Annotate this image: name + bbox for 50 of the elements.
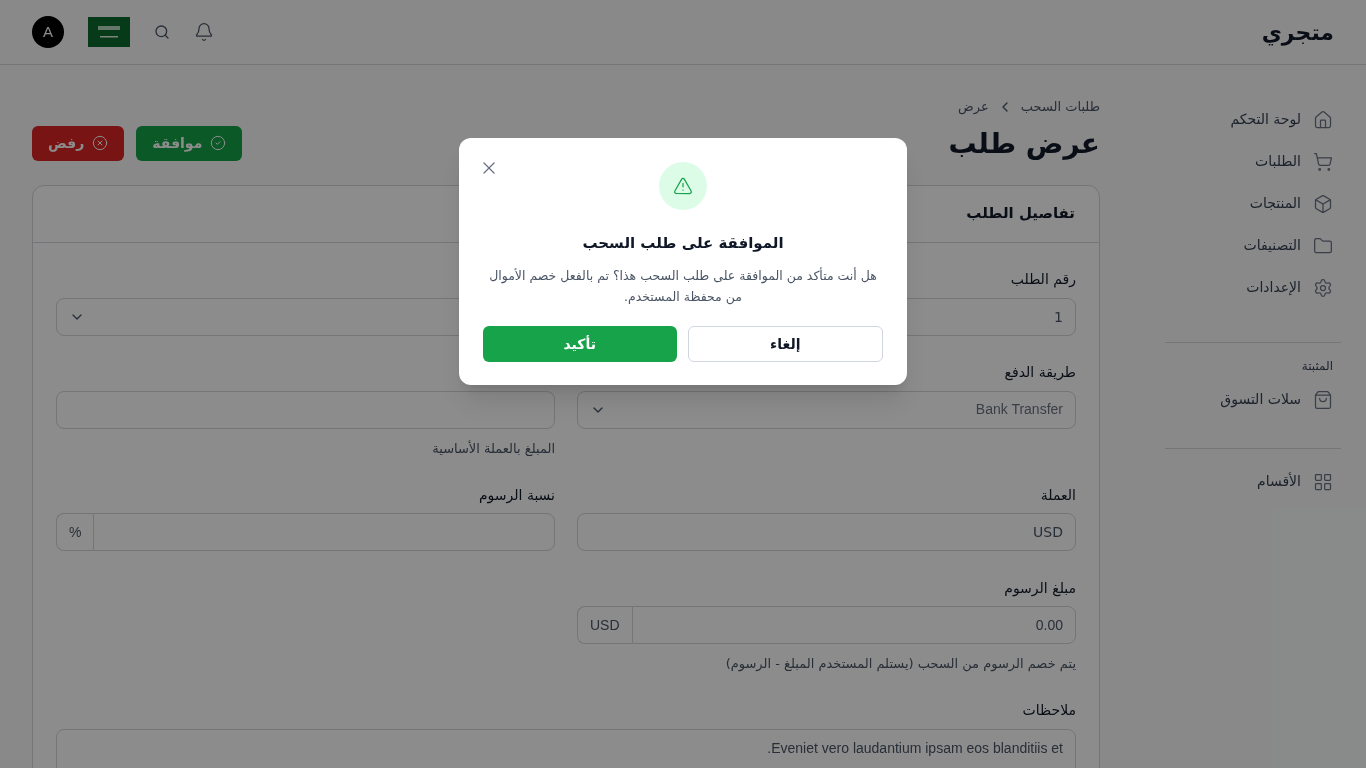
sidebar-item[interactable]: الطلبات: [1165, 143, 1341, 180]
field-label: ملاحظات: [1022, 701, 1076, 720]
approve-button[interactable]: موافقة: [136, 125, 243, 161]
input-addon: %: [56, 513, 94, 551]
select-field[interactable]: Bank Transfer: [577, 390, 1076, 429]
cancel-button[interactable]: إلغاء: [687, 326, 883, 362]
input-addon: USD: [577, 606, 632, 644]
check-circle-icon: [210, 135, 227, 151]
reject-button[interactable]: رفض: [32, 125, 125, 161]
sidebar-item[interactable]: الإعدادات: [1165, 269, 1341, 306]
search-icon[interactable]: [154, 24, 170, 40]
confirm-button[interactable]: تأكيد: [483, 326, 677, 362]
sidebar-item[interactable]: التصنيفات: [1165, 227, 1341, 264]
select-value: Bank Transfer: [975, 400, 1063, 419]
section-heading: المثبتة: [1300, 358, 1334, 375]
breadcrumb-link[interactable]: عرض: [958, 97, 989, 117]
help-text: يتم خصم الرسوم من السحب (يستلم المستخدم المبلغ - الرسوم): [724, 655, 1076, 674]
field-label: نسبة الرسوم: [478, 485, 555, 506]
field-label: العملة: [1040, 485, 1076, 505]
field-label: رقم الطلب: [1010, 270, 1076, 290]
flag-icon[interactable]: [88, 17, 130, 47]
input-field[interactable]: [56, 390, 555, 429]
dialog-title: الموافقة على طلب السحب: [582, 233, 784, 254]
folder-icon: [1313, 235, 1333, 256]
bell-icon[interactable]: [194, 22, 214, 42]
logo[interactable]: متجري: [1261, 15, 1334, 49]
card-title: تفاصيل الطلب: [966, 203, 1075, 225]
warning-icon: [673, 176, 693, 196]
sidebar-item[interactable]: سلات التسوق: [1165, 381, 1341, 418]
input-field[interactable]: 0.00: [631, 606, 1076, 644]
bag-icon: [1313, 389, 1333, 410]
sidebar-item[interactable]: الأقسام: [1165, 463, 1341, 500]
page-title: عرض طلب: [948, 125, 1100, 162]
notes-field[interactable]: Eveniet vero laudantium ipsam eos blanditiis et.: [56, 728, 1076, 768]
input-field[interactable]: [93, 513, 555, 551]
x-circle-icon: [92, 135, 109, 151]
breadcrumb-link[interactable]: طلبات السحب: [1020, 97, 1100, 117]
dialog-message: هل أنت متأكد من الموافقة على طلب السحب هذا؟ تم بالفعل خصم الأموال من محفظة المستخدم.: [488, 266, 878, 307]
avatar[interactable]: A: [32, 16, 64, 48]
home-icon: [1313, 109, 1333, 130]
field-label: طريقة الدفع: [1004, 363, 1076, 383]
help-text: المبلغ بالعملة الأساسية: [431, 439, 555, 458]
sidebar-item[interactable]: المنتجات: [1165, 185, 1341, 222]
input-field[interactable]: USD: [577, 513, 1076, 551]
sidebar-item[interactable]: لوحة التحكم: [1165, 101, 1341, 138]
cube-icon: [1313, 193, 1333, 214]
cart-icon: [1313, 151, 1333, 172]
field-label: مبلغ الرسوم: [1004, 578, 1076, 599]
gear-icon: [1313, 277, 1333, 298]
grid-icon: [1313, 471, 1333, 492]
